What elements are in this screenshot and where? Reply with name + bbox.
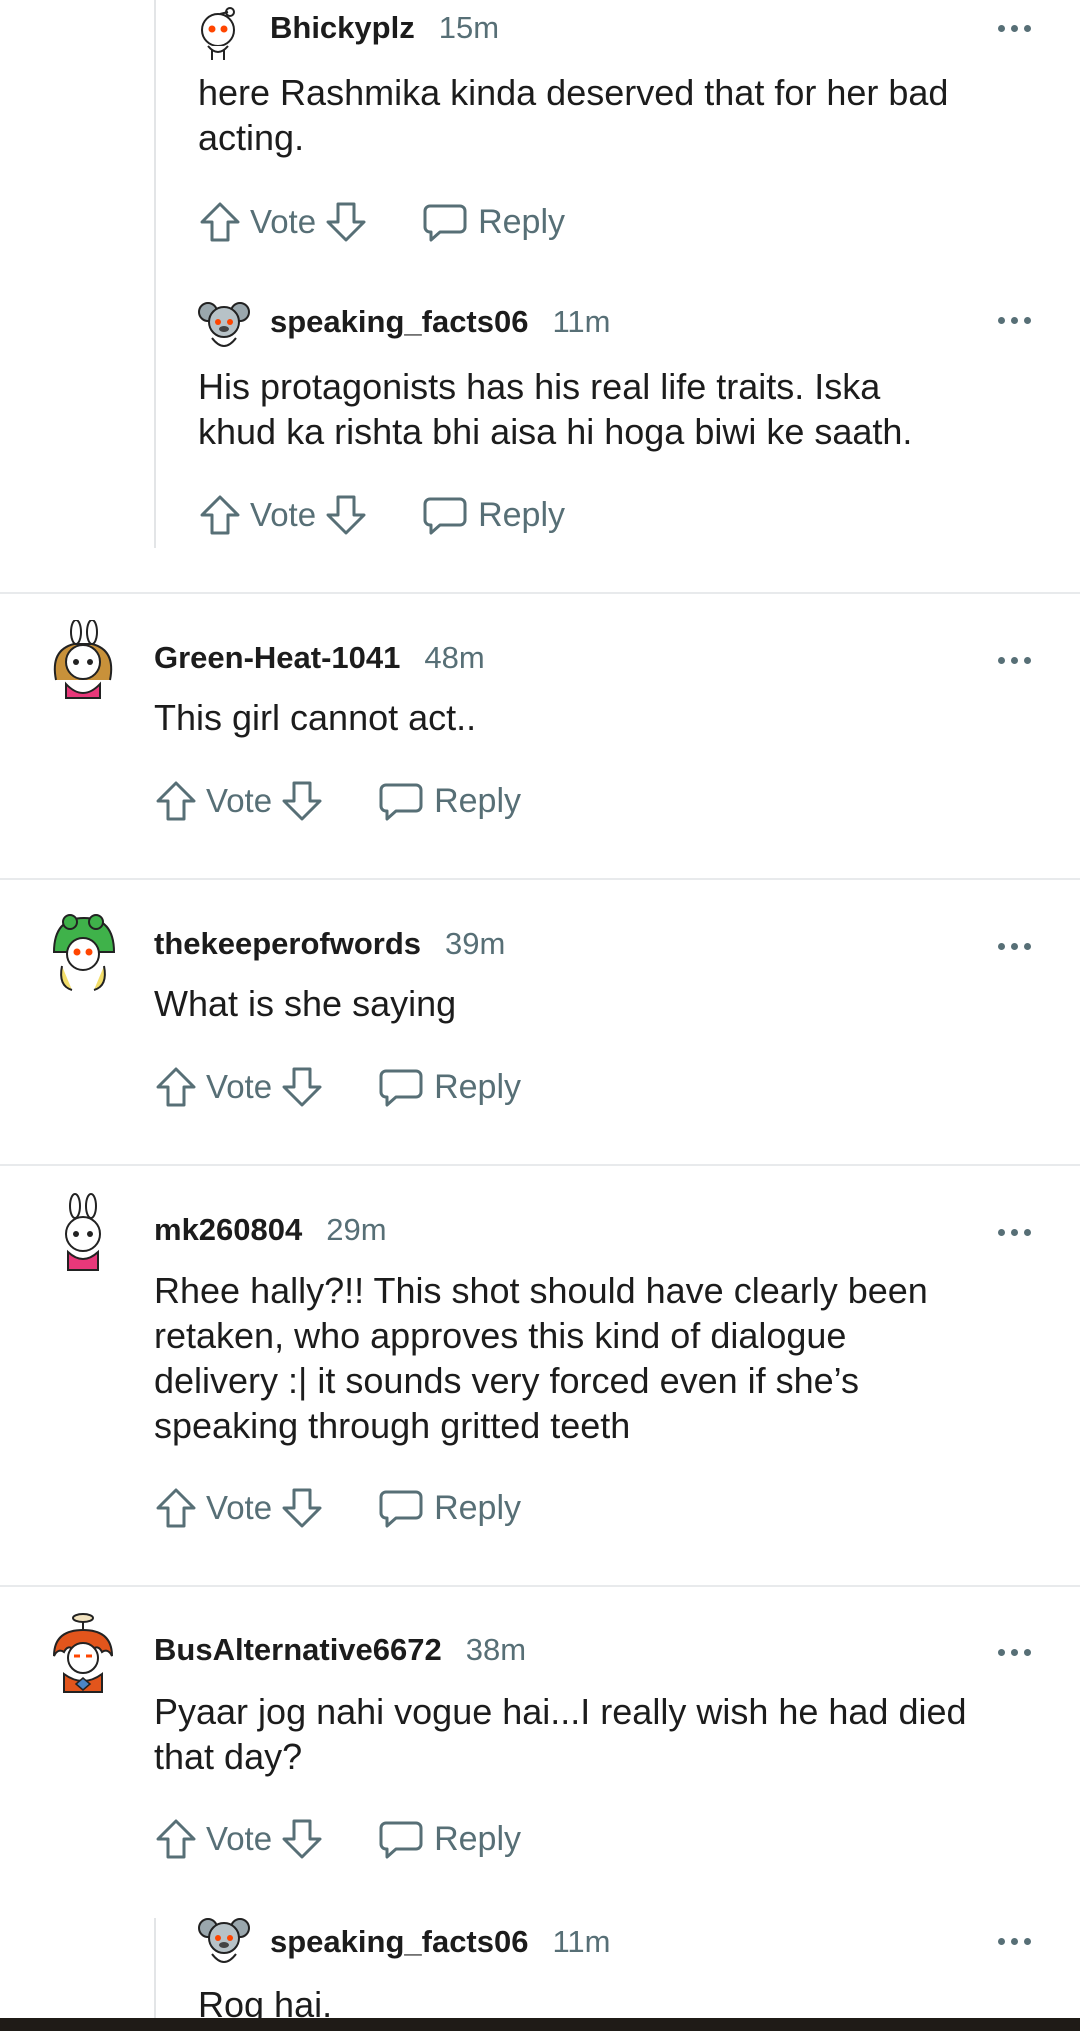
comment-author[interactable]: mk260804 [154,1212,302,1248]
comment-time: 15m [438,10,500,45]
reply-label: Reply [434,1488,522,1527]
comment-time: 11m [552,1924,611,1959]
comment-line: delivery :| it sounds very forced even i… [154,1360,860,1401]
comment-time: 48m [424,640,485,675]
comment-time: 38m [465,1632,527,1667]
comment-body: Rog hai. [198,1982,1080,2018]
reply-button[interactable]: Reply [378,1817,521,1861]
reply-icon [379,1490,423,1528]
comment-actions: Vote Reply [152,1814,521,1864]
comment-line: Rhee hally?!! This shot should have clea… [154,1270,928,1311]
reply-button[interactable]: Reply [378,1065,521,1109]
comment-line: that day? [154,1736,303,1777]
comment-line: retaken, who approves this kind of dialo… [154,1315,847,1356]
comment-author[interactable]: Green-Heat-1041 [154,640,400,676]
comment-line: speaking through gritted teeth [154,1405,631,1446]
comment-body: His protagonists has his real life trait… [198,364,1080,454]
upvote-icon[interactable] [152,1483,200,1533]
avatar[interactable] [46,1192,120,1282]
reply-label: Reply [478,495,566,534]
reply-icon [379,783,423,821]
reply-label: Reply [434,1067,522,1106]
bottom-edge-bar [0,2018,1080,2031]
more-options-icon[interactable] [998,1934,1034,1948]
comment-time: 11m [552,304,611,339]
comment-line: here Rashmika kinda deserved that for he… [198,72,949,113]
comment-line: khud ka rishta bhi aisa hi hoga biwi ke … [198,411,913,452]
comment-line: What is she saying [154,983,457,1024]
avatar[interactable] [46,906,120,996]
divider [0,878,1080,880]
upvote-icon[interactable] [196,197,244,247]
vote-label: Vote [250,496,317,533]
reply-button[interactable]: Reply [422,493,565,537]
comment-actions: Vote Reply [152,776,521,826]
comment-line: acting. [198,117,305,158]
downvote-icon[interactable] [322,197,370,247]
thread-line-top [154,0,156,548]
downvote-icon[interactable] [278,1814,326,1864]
downvote-icon[interactable] [322,490,370,540]
reply-button[interactable]: Reply [422,200,565,244]
vote-label: Vote [206,1489,273,1526]
downvote-icon[interactable] [278,1062,326,1112]
more-options-icon[interactable] [998,653,1034,667]
comment-author[interactable]: BusAlternative6672 [154,1632,442,1668]
comment-author[interactable]: Bhickyplz [270,10,415,46]
reply-label: Reply [434,1819,522,1858]
divider [0,592,1080,594]
reply-button[interactable]: Reply [378,1486,521,1530]
avatar[interactable] [196,1912,252,1974]
reply-icon [379,1821,423,1859]
avatar[interactable] [190,0,246,62]
upvote-icon[interactable] [196,490,244,540]
downvote-icon[interactable] [278,1483,326,1533]
avatar[interactable] [46,619,120,710]
reply-icon [423,497,467,535]
divider [0,1585,1080,1587]
comment-line: His protagonists has his real life trait… [198,366,881,407]
comment-body: Rhee hally?!! This shot should have clea… [154,1268,1044,1448]
comment-body: Pyaar jog nahi vogue hai...I really wish… [154,1689,1044,1779]
comment-body: here Rashmika kinda deserved that for he… [198,70,1080,160]
downvote-icon[interactable] [278,776,326,826]
comment-line: This girl cannot act.. [154,697,477,738]
comment-body: This girl cannot act.. [154,695,1044,740]
comment-actions: Vote Reply [152,1483,521,1533]
comment-line: Pyaar jog nahi vogue hai...I really wish… [154,1691,967,1732]
vote-label: Vote [250,203,317,240]
comment-actions: Vote Reply [196,490,565,540]
avatar[interactable] [46,1612,120,1702]
comment-actions: Vote Reply [152,1062,521,1112]
reply-button[interactable]: Reply [378,779,521,823]
reply-label: Reply [434,781,522,820]
divider [0,1164,1080,1166]
comment-author[interactable]: speaking_facts06 [270,1924,528,1960]
comment-line: Rog hai. [198,1984,333,2018]
vote-label: Vote [206,1820,273,1857]
reply-icon [379,1069,423,1107]
reply-icon [423,204,467,242]
upvote-icon[interactable] [152,776,200,826]
comment-time: 39m [445,926,506,961]
avatar[interactable] [196,296,252,358]
upvote-icon[interactable] [152,1062,200,1112]
upvote-icon[interactable] [152,1814,200,1864]
comment-body: What is she saying [154,981,1044,1026]
vote-label: Vote [206,782,273,819]
comment-time: 29m [326,1212,387,1247]
vote-label: Vote [206,1068,273,1105]
more-options-icon[interactable] [998,1225,1034,1239]
more-options-icon[interactable] [998,21,1034,35]
thread-line-bottom [154,1918,156,2018]
comment-author[interactable]: thekeeperofwords [154,926,421,962]
comment-actions: Vote Reply [196,197,565,247]
more-options-icon[interactable] [998,939,1034,953]
reply-label: Reply [478,202,566,241]
more-options-icon[interactable] [998,1645,1034,1659]
comment-author[interactable]: speaking_facts06 [270,304,528,340]
more-options-icon[interactable] [998,313,1034,327]
